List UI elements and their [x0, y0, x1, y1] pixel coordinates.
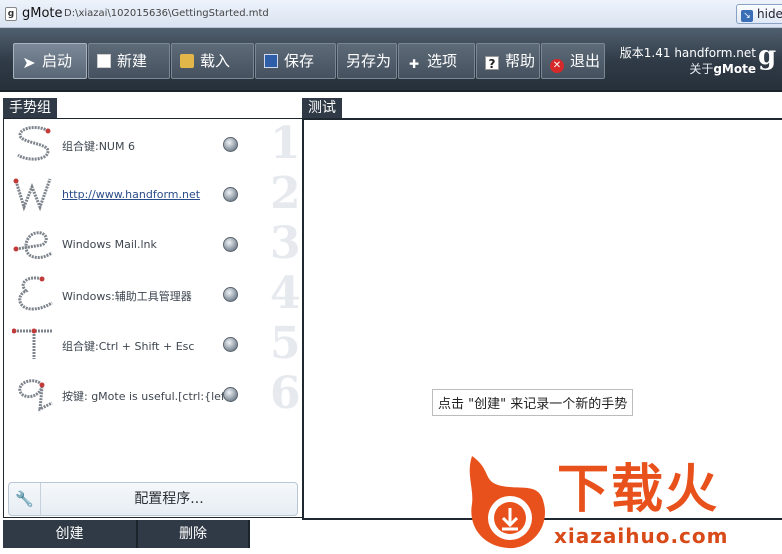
- plus-icon: ✚: [408, 57, 420, 71]
- hide-button[interactable]: ↘ hide: [736, 4, 782, 24]
- gesture-s-icon: [17, 126, 51, 161]
- gesture-number: 4: [270, 268, 301, 319]
- new-button[interactable]: 新建: [88, 43, 170, 79]
- cursor-icon: ➤: [22, 53, 36, 72]
- gesture-action: Windows:辅助工具管理器: [62, 290, 192, 303]
- version-text: 版本1.41 handform.net: [619, 46, 756, 60]
- gesture-t-icon: [12, 328, 52, 359]
- gmote-logo-icon: g: [758, 41, 777, 71]
- gesture-row-1[interactable]: 组合键:NUM 6 1: [4, 118, 301, 169]
- gesture-number: 2: [270, 168, 301, 219]
- exit-icon: ✕: [550, 59, 564, 73]
- about-link[interactable]: 关于gMote: [620, 61, 756, 77]
- gesture-row-6[interactable]: 按键: gMote is useful.[ctrl:{left} 6: [4, 368, 301, 419]
- configure-program-button[interactable]: 🔧 配置程序...: [8, 482, 298, 516]
- gesture-action: Windows Mail.lnk: [62, 238, 157, 251]
- watermark: 下载火 xiazaihuo.com: [462, 452, 782, 554]
- gesture-number: 5: [270, 318, 301, 369]
- gesture-row-3[interactable]: Windows Mail.lnk 3: [4, 218, 301, 269]
- gesture-e-icon: [13, 231, 53, 259]
- toolbar: ➤ 启动 新建 载入 保存 另存为 ✚ 选项 ? 帮助 ✕ 退出 版本1.41 hand…: [0, 28, 782, 92]
- gesture-action-link[interactable]: http://www.handform.net: [62, 188, 200, 201]
- gesture-number: 6: [270, 368, 301, 419]
- create-button[interactable]: 创建: [3, 520, 138, 548]
- exit-button[interactable]: ✕ 退出: [541, 43, 605, 79]
- watermark-text: 下载火: [557, 460, 720, 520]
- gesture-action: 按键: gMote is useful.[ctrl:{left}: [62, 390, 236, 403]
- save-button[interactable]: 保存: [255, 43, 336, 79]
- wrench-icon: 🔧: [9, 483, 41, 515]
- delete-button[interactable]: 删除: [138, 520, 250, 548]
- gesture-action: 组合键:NUM 6: [62, 140, 135, 153]
- document-icon: [97, 54, 111, 68]
- help-button[interactable]: ? 帮助: [476, 43, 540, 79]
- book-icon: [264, 54, 278, 68]
- app-icon: g: [5, 7, 17, 21]
- globe-icon[interactable]: [223, 187, 238, 202]
- save-as-button[interactable]: 另存为: [337, 43, 397, 79]
- globe-icon[interactable]: [223, 387, 238, 402]
- version-info: 版本1.41 handform.net 关于gMote: [620, 45, 756, 77]
- options-button[interactable]: ✚ 选项: [398, 43, 475, 79]
- gesture-row-5[interactable]: 组合键:Ctrl + Shift + Esc 5: [4, 318, 301, 369]
- test-tab[interactable]: 测试: [302, 98, 342, 118]
- start-button[interactable]: ➤ 启动: [13, 43, 87, 79]
- gesture-number: 1: [270, 118, 301, 169]
- globe-icon[interactable]: [223, 237, 238, 252]
- globe-icon[interactable]: [223, 337, 238, 352]
- hint-tooltip: 点击 "创建" 来记录一个新的手势: [432, 389, 634, 416]
- gesture-w-icon: [13, 178, 52, 212]
- app-title: gMote: [22, 6, 63, 21]
- folder-icon: [180, 54, 194, 68]
- watermark-site: xiazaihuo.com: [554, 524, 729, 548]
- globe-icon[interactable]: [223, 287, 238, 302]
- gesture-action: 组合键:Ctrl + Shift + Esc: [62, 340, 195, 353]
- help-icon: ?: [485, 56, 499, 71]
- file-path: D:\xiazai\102015636\GettingStarted.mtd: [64, 8, 269, 19]
- flame-logo-icon: [469, 456, 546, 549]
- gesture-number: 3: [270, 218, 301, 269]
- gesture-row-4[interactable]: Windows:辅助工具管理器 4: [4, 268, 301, 319]
- globe-icon[interactable]: [223, 137, 238, 152]
- gesture-list: 组合键:NUM 6 1 http://www.handform.net 2 Wi…: [3, 118, 303, 518]
- gesture-group-tab[interactable]: 手势组: [3, 98, 57, 118]
- arrow-down-icon: ↘: [741, 10, 753, 22]
- gesture-q-icon: [18, 379, 53, 412]
- gesture-epsilon-icon: [18, 276, 53, 311]
- bottom-bar: 创建 删除: [3, 520, 303, 554]
- load-button[interactable]: 载入: [171, 43, 254, 79]
- gesture-row-2[interactable]: http://www.handform.net 2: [4, 168, 301, 219]
- title-bar: g gMote D:\xiazai\102015636\GettingStart…: [0, 0, 782, 28]
